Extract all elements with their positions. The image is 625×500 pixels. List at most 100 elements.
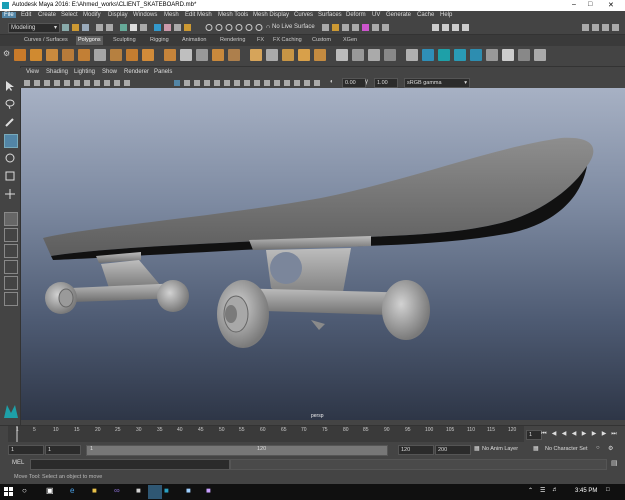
end-time-field[interactable]: 200 — [435, 445, 471, 455]
tab-custom[interactable]: Custom — [310, 36, 333, 45]
scale-tool-icon[interactable] — [4, 170, 16, 182]
step-forward-key-icon[interactable]: ▶ — [600, 430, 608, 438]
uv-sew-icon[interactable] — [534, 49, 546, 61]
app-icon[interactable]: ■ — [164, 486, 169, 495]
extrude-icon[interactable] — [250, 49, 262, 61]
maya-taskbar-icon[interactable] — [148, 485, 162, 499]
panel-menu-panels[interactable]: Panels — [154, 69, 172, 75]
magnet-icon[interactable]: ∩ — [266, 24, 270, 30]
go-to-end-icon[interactable]: ⏭ — [610, 430, 618, 438]
lasso-tool-icon[interactable] — [4, 98, 16, 110]
menu-modify[interactable]: Modify — [83, 12, 101, 18]
uv-checker-icon[interactable] — [518, 49, 530, 61]
menu-mesh-tools[interactable]: Mesh Tools — [218, 12, 248, 18]
menu-mesh-display[interactable]: Mesh Display — [253, 12, 289, 18]
menu-deform[interactable]: Deform — [346, 12, 366, 18]
bevel-icon[interactable] — [282, 49, 294, 61]
step-back-key-icon[interactable]: ◀ — [550, 430, 558, 438]
volume-icon[interactable]: ♬ — [552, 487, 558, 493]
menu-help[interactable]: Help — [440, 12, 452, 18]
key-icon[interactable]: ○ — [596, 445, 600, 451]
tray-chevron-icon[interactable]: ⌃ — [528, 487, 533, 494]
tab-animation[interactable]: Animation — [180, 36, 208, 45]
menu-surfaces[interactable]: Surfaces — [318, 12, 342, 18]
gear-icon[interactable]: ⚙ — [3, 49, 10, 58]
single-perspective-layout-icon[interactable] — [4, 212, 18, 226]
tab-xgen[interactable]: XGen — [341, 36, 359, 45]
uv-layout-icon[interactable] — [486, 49, 498, 61]
uv-layout-panel-icon[interactable] — [4, 292, 18, 306]
menu-edit[interactable]: Edit — [21, 12, 31, 18]
menu-file[interactable]: File — [2, 12, 16, 18]
maximize-icon[interactable]: □ — [588, 1, 592, 8]
menu-mesh[interactable]: Mesh — [164, 12, 179, 18]
poly-disc-icon[interactable] — [110, 49, 122, 61]
persp-outliner-layout-icon[interactable] — [4, 244, 18, 258]
character-set-label[interactable]: No Character Set — [545, 446, 588, 452]
poly-sphere-icon[interactable] — [14, 49, 26, 61]
quad-draw-icon[interactable] — [384, 49, 396, 61]
menu-create[interactable]: Create — [38, 12, 56, 18]
step-forward-icon[interactable]: ▶ — [590, 430, 598, 438]
image-viewer-icon[interactable]: ■ — [186, 486, 191, 495]
start-time-field[interactable]: 1 — [8, 445, 44, 455]
gamma-field[interactable]: 1.00 — [374, 78, 398, 88]
perspective-viewport[interactable]: persp — [21, 88, 625, 420]
anim-layer-icon[interactable]: ▦ — [474, 445, 480, 452]
four-view-layout-icon[interactable] — [4, 228, 18, 242]
script-editor-icon[interactable]: ▤ — [611, 459, 618, 467]
menu-generate[interactable]: Generate — [386, 12, 411, 18]
separate-icon[interactable] — [180, 49, 192, 61]
panel-menu-shading[interactable]: Shading — [46, 69, 68, 75]
notifications-icon[interactable]: □ — [606, 487, 610, 493]
poly-cone-icon[interactable] — [62, 49, 74, 61]
task-view-icon[interactable]: ▣ — [46, 486, 54, 495]
edge-browser-icon[interactable]: e — [70, 486, 74, 495]
multi-cut-icon[interactable] — [336, 49, 348, 61]
menu-display[interactable]: Display — [108, 12, 128, 18]
menu-curves[interactable]: Curves — [294, 12, 313, 18]
search-icon[interactable]: ○ — [22, 486, 27, 495]
play-backwards-icon[interactable]: ◀ — [570, 430, 578, 438]
live-surface-label[interactable]: No Live Surface — [272, 24, 315, 30]
character-set-icon[interactable]: ▦ — [533, 445, 539, 452]
target-weld-icon[interactable] — [352, 49, 364, 61]
exposure-field[interactable]: 0.00 — [342, 78, 366, 88]
menu-set-dropdown[interactable]: Modeling ▾ — [8, 23, 60, 33]
snap-icons[interactable] — [205, 23, 265, 32]
time-slider[interactable]: 1 5 10 15 20 25 30 35 40 45 50 55 60 65 70 75 80 85 90 95 10… — [0, 425, 625, 443]
menu-edit-mesh[interactable]: Edit Mesh — [185, 12, 212, 18]
poly-cylinder-icon[interactable] — [46, 49, 58, 61]
render-icons[interactable] — [322, 23, 392, 32]
uv-spherical-icon[interactable] — [470, 49, 482, 61]
tab-rigging[interactable]: Rigging — [148, 36, 171, 45]
minimize-icon[interactable]: – — [572, 1, 576, 8]
append-icon[interactable] — [314, 49, 326, 61]
file-and-selection-tools[interactable] — [62, 23, 202, 32]
photoshop-icon[interactable]: ■ — [136, 486, 141, 495]
edge-loop-icon[interactable] — [368, 49, 380, 61]
tab-fx-caching[interactable]: FX Caching — [271, 36, 304, 45]
poly-plane-icon[interactable] — [94, 49, 106, 61]
combine-icon[interactable] — [164, 49, 176, 61]
uv-cylindrical-icon[interactable] — [454, 49, 466, 61]
menu-cache[interactable]: Cache — [417, 12, 434, 18]
playback-end-field[interactable]: 120 — [398, 445, 434, 455]
exposure-icon[interactable]: ◐ — [330, 79, 334, 85]
play-icon[interactable]: ▶ — [580, 430, 588, 438]
network-icon[interactable]: ☰ — [540, 487, 545, 494]
bridge-icon[interactable] — [266, 49, 278, 61]
uv-planar-icon[interactable] — [406, 49, 418, 61]
command-input[interactable] — [30, 459, 230, 470]
select-tool-icon[interactable] — [4, 80, 16, 92]
settings-icon[interactable]: ⚙ — [608, 445, 613, 452]
panel-menu-lighting[interactable]: Lighting — [74, 69, 95, 75]
rotate-tool-icon[interactable] — [4, 152, 16, 164]
tab-polygons[interactable]: Polygons — [76, 36, 103, 45]
viewport-display-icons[interactable] — [24, 79, 328, 87]
range-slider[interactable]: 1 120 — [86, 445, 388, 456]
platonic-solid-icon[interactable] — [126, 49, 138, 61]
clock[interactable]: 3:45 PM — [575, 488, 597, 494]
persp-graph-layout-icon[interactable] — [4, 260, 18, 274]
tab-fx[interactable]: FX — [255, 36, 266, 45]
